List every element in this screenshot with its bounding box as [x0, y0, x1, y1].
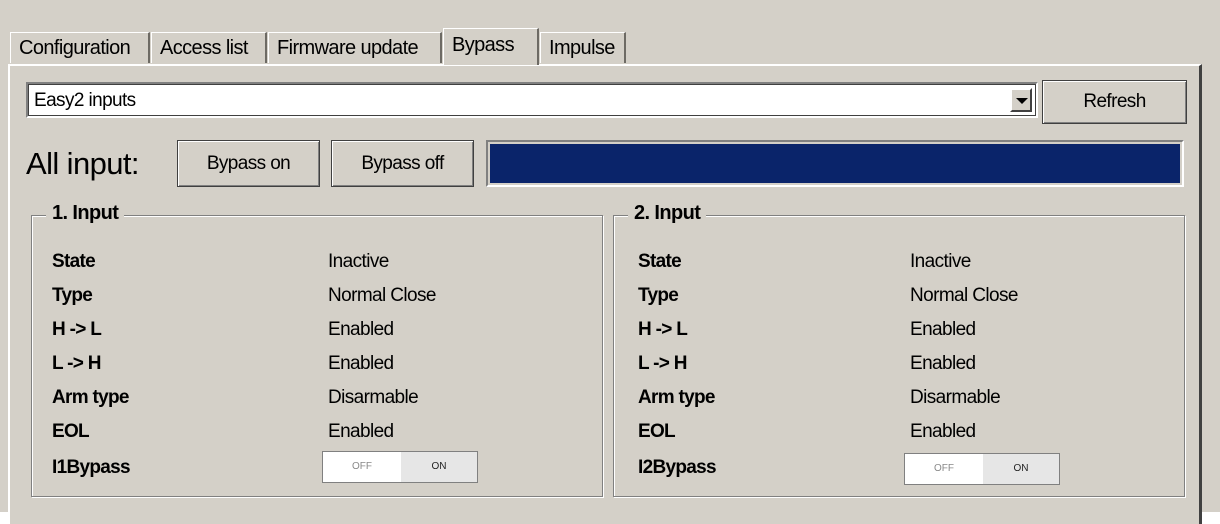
bypass-off-button[interactable]: Bypass off [331, 140, 474, 187]
refresh-button[interactable]: Refresh [1042, 80, 1187, 124]
state-value: Inactive [328, 251, 389, 272]
tab-firmware-update[interactable]: Firmware update [268, 32, 442, 63]
bypass-on-button[interactable]: Bypass on [177, 140, 320, 187]
h-to-l-label: H -> L [638, 319, 688, 340]
all-input-label: All input: [26, 146, 140, 181]
eol-value: Enabled [910, 421, 976, 442]
i1-bypass-toggle[interactable]: OFF ON [322, 451, 478, 483]
type-label: Type [638, 285, 679, 306]
state-label: State [52, 251, 96, 272]
toggle-off-option[interactable]: OFF [323, 452, 402, 482]
l-to-h-value: Enabled [910, 353, 976, 374]
toggle-off-option[interactable]: OFF [905, 454, 984, 484]
input-1-group: 1. Input State Inactive Type Normal Clos… [31, 202, 603, 497]
eol-label: EOL [638, 421, 676, 442]
eol-label: EOL [52, 421, 90, 442]
bypass-progress-bar [486, 140, 1184, 187]
input-2-group: 2. Input State Inactive Type Normal Clos… [613, 202, 1185, 497]
type-value: Normal Close [910, 285, 1018, 306]
state-value: Inactive [910, 251, 971, 272]
tab-configuration[interactable]: Configuration [10, 32, 150, 63]
i2-bypass-toggle[interactable]: OFF ON [904, 453, 1060, 485]
toggle-on-option[interactable]: ON [401, 452, 477, 482]
i1-bypass-label: I1Bypass [52, 457, 131, 478]
l-to-h-label: L -> H [52, 353, 101, 374]
toggle-on-option[interactable]: ON [983, 454, 1059, 484]
i2-bypass-label: I2Bypass [638, 457, 717, 478]
device-select[interactable]: Easy2 inputs [26, 82, 1038, 118]
type-label: Type [52, 285, 93, 306]
l-to-h-label: L -> H [638, 353, 687, 374]
arm-type-label: Arm type [638, 387, 715, 408]
h-to-l-label: H -> L [52, 319, 102, 340]
arm-type-value: Disarmable [910, 387, 1001, 408]
l-to-h-value: Enabled [328, 353, 394, 374]
tab-access-list[interactable]: Access list [151, 32, 267, 63]
h-to-l-value: Enabled [328, 319, 394, 340]
device-select-value: Easy2 inputs [34, 90, 136, 111]
input-1-title: 1. Input [46, 202, 125, 225]
tab-bypass[interactable]: Bypass [443, 28, 539, 65]
arm-type-value: Disarmable [328, 387, 419, 408]
type-value: Normal Close [328, 285, 436, 306]
eol-value: Enabled [328, 421, 394, 442]
input-2-title: 2. Input [628, 202, 707, 225]
h-to-l-value: Enabled [910, 319, 976, 340]
bypass-window: Configuration Access list Firmware updat… [0, 0, 1220, 524]
state-label: State [638, 251, 682, 272]
arm-type-label: Arm type [52, 387, 129, 408]
progress-fill [490, 144, 1180, 183]
chevron-down-icon[interactable] [1010, 88, 1032, 112]
tab-impulse[interactable]: Impulse [540, 32, 626, 63]
